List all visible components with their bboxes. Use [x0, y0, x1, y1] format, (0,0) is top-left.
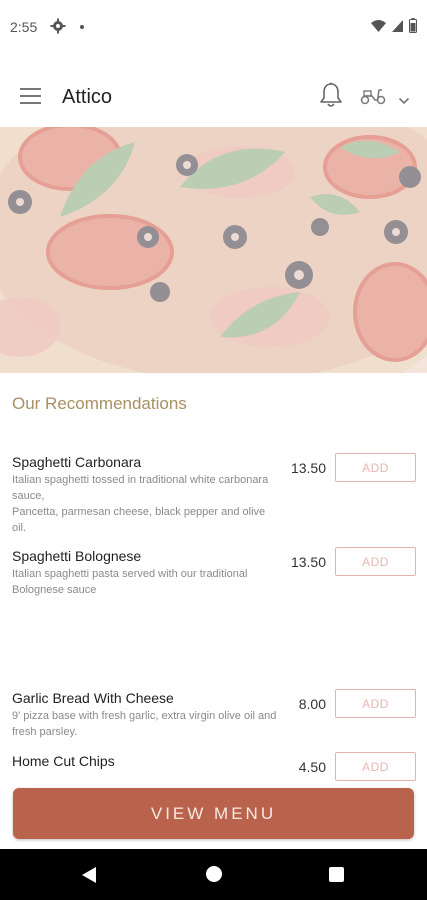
hero-pizza-image — [0, 127, 427, 373]
item-description: Italian spaghetti tossed in traditional … — [12, 474, 269, 534]
item-price: 4.50 — [298, 759, 326, 775]
status-bar: 2:55 — [0, 0, 427, 56]
app-bar: Attico — [0, 70, 427, 126]
app-title: Attico — [62, 86, 113, 108]
add-button[interactable]: ADD — [335, 689, 416, 718]
section-title: Our Recommendations — [12, 394, 187, 413]
back-icon[interactable] — [81, 866, 97, 889]
menu-item: Spaghetti Carbonara Italian spaghetti to… — [12, 453, 427, 536]
item-price: 13.50 — [290, 460, 326, 476]
system-nav-bar — [0, 849, 427, 900]
cell-signal-icon — [392, 19, 403, 37]
view-menu-button[interactable]: VIEW MENU — [13, 788, 414, 839]
bell-icon[interactable] — [319, 82, 343, 113]
gear-icon — [50, 18, 66, 39]
notification-dot — [80, 25, 84, 29]
item-price: 8.00 — [298, 696, 326, 712]
status-icons — [371, 18, 417, 38]
battery-icon — [409, 18, 417, 38]
menu-item: Garlic Bread With Cheese 9' pizza base w… — [12, 689, 427, 740]
status-time: 2:55 — [10, 19, 38, 35]
item-description: Italian spaghetti pasta served with our … — [12, 568, 248, 596]
menu-item: Home Cut Chips 4.50 ADD — [12, 752, 427, 781]
home-icon[interactable] — [206, 866, 222, 882]
menu-icon[interactable] — [20, 88, 41, 106]
add-button[interactable]: ADD — [335, 547, 416, 576]
item-price: 13.50 — [290, 554, 326, 570]
add-button[interactable]: ADD — [335, 752, 416, 781]
chevron-down-icon[interactable] — [398, 92, 410, 110]
recents-icon[interactable] — [329, 867, 344, 882]
add-button[interactable]: ADD — [335, 453, 416, 482]
menu-item: Spaghetti Bolognese Italian spaghetti pa… — [12, 547, 427, 598]
wifi-icon — [371, 19, 386, 37]
scooter-icon[interactable] — [360, 84, 386, 111]
item-description: 9' pizza base with fresh garlic, extra v… — [12, 710, 277, 738]
